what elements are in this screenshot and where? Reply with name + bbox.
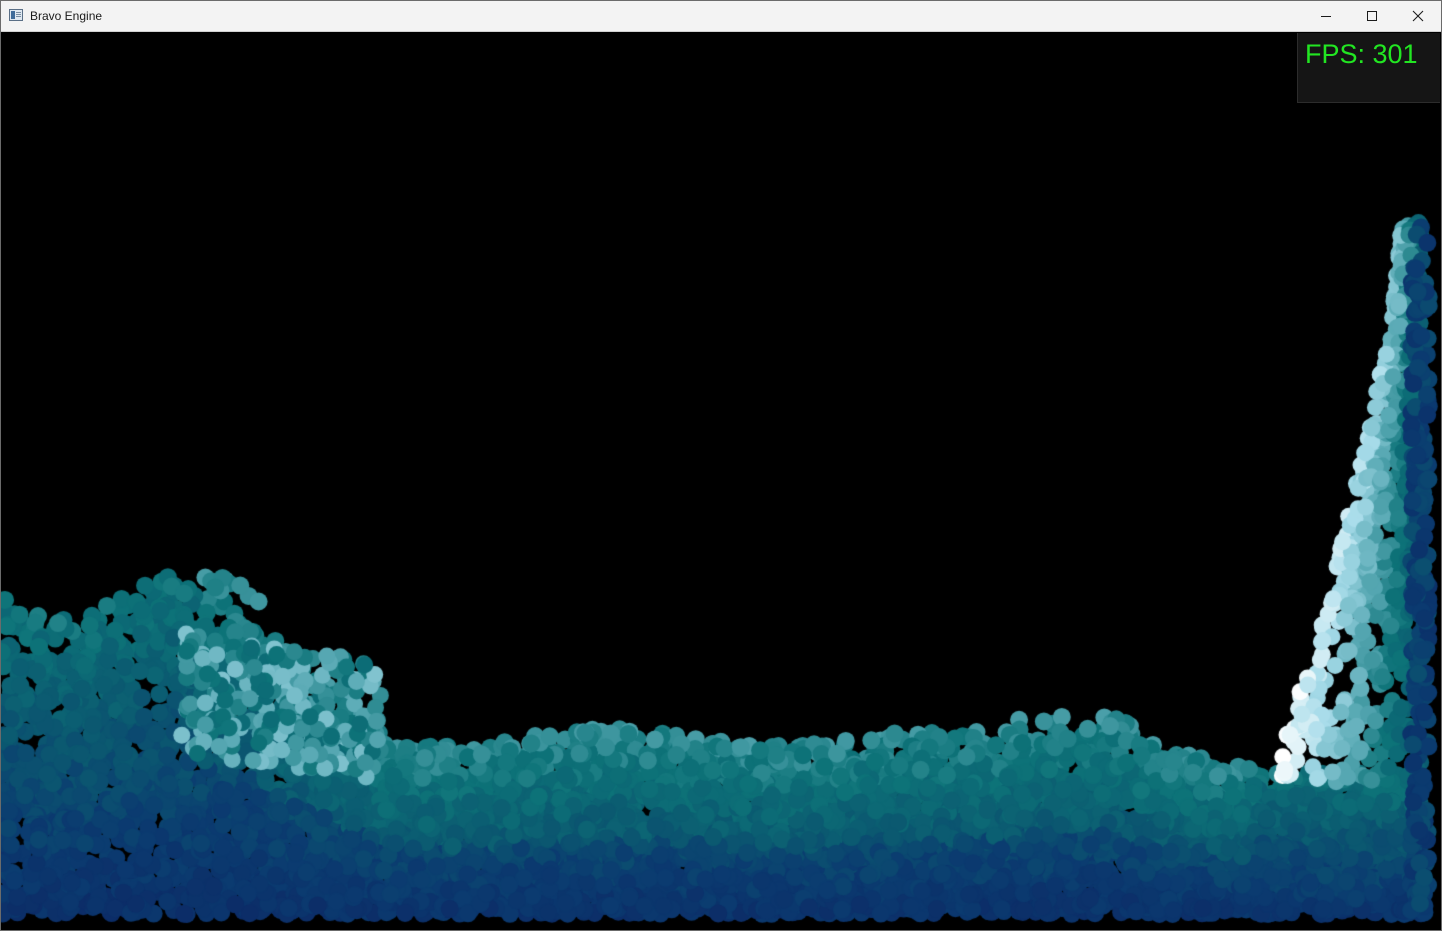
app-window: Bravo Engine FPS: 301	[0, 0, 1442, 931]
close-icon	[1412, 10, 1424, 22]
fps-overlay: FPS: 301	[1297, 33, 1440, 103]
close-button[interactable]	[1395, 1, 1441, 31]
minimize-button[interactable]	[1303, 1, 1349, 31]
app-icon	[9, 9, 23, 21]
minimize-icon	[1321, 16, 1331, 17]
title-bar[interactable]: Bravo Engine	[1, 1, 1441, 32]
fps-counter: FPS: 301	[1305, 39, 1418, 69]
window-title: Bravo Engine	[30, 9, 103, 23]
maximize-button[interactable]	[1349, 1, 1395, 31]
maximize-icon	[1367, 11, 1377, 21]
render-viewport[interactable]: FPS: 301	[1, 32, 1441, 930]
fluid-particle-canvas[interactable]	[1, 32, 1441, 930]
